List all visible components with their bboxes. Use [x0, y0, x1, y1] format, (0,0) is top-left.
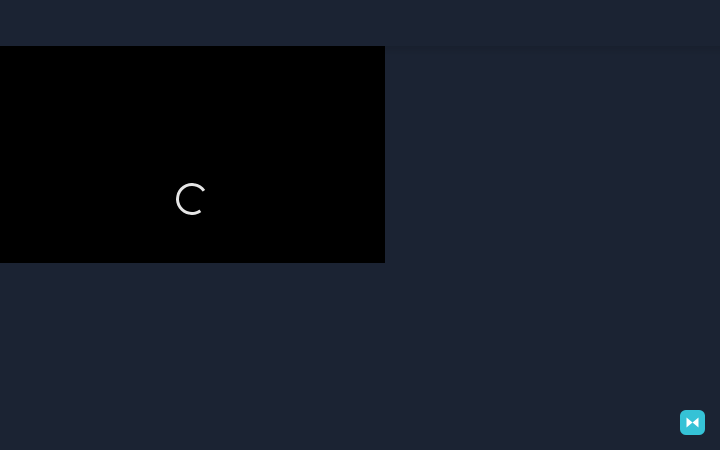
header-shadow	[385, 46, 720, 56]
top-bar	[0, 0, 720, 46]
bowtie-logo-icon	[686, 417, 699, 428]
video-player[interactable]	[0, 46, 385, 263]
floating-action-button[interactable]	[680, 410, 705, 435]
page	[0, 0, 720, 450]
loading-spinner-icon	[173, 180, 211, 218]
